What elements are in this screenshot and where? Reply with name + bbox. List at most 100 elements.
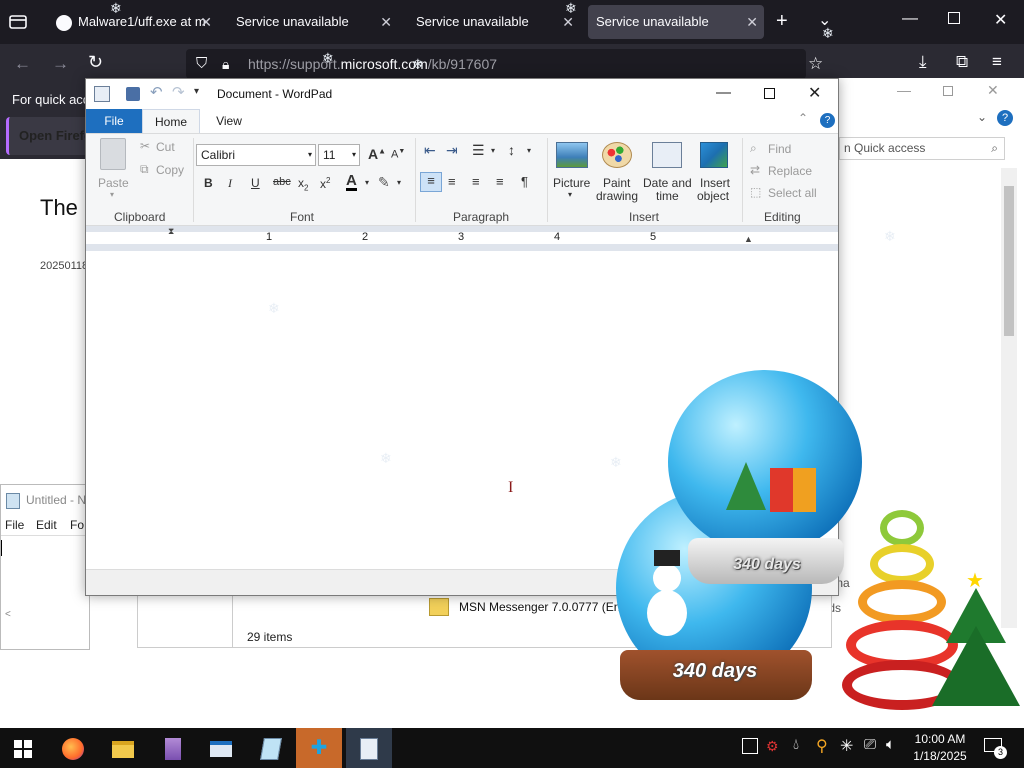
close-tab-icon[interactable]: ✕ [562, 0, 574, 44]
close-tab-icon[interactable]: ✕ [200, 0, 212, 44]
bookmark-star-icon[interactable]: ☆ [808, 49, 823, 79]
decrease-indent-icon[interactable]: ⇤ [424, 142, 436, 159]
explorer-minimize-icon[interactable]: — [897, 82, 911, 98]
reload-icon[interactable]: ↻ [88, 52, 103, 73]
paragraph-dialog-icon[interactable]: ¶ [521, 174, 528, 189]
url-bar[interactable]: ⛉ 🔒︎ https://support.microsoft.com/kb/91… [186, 49, 823, 79]
msn-icon[interactable]: ✚ [296, 728, 342, 768]
windows-start-icon[interactable] [0, 728, 46, 768]
line-spacing-dropdown-icon[interactable]: ▾ [527, 146, 531, 155]
tray-flake-icon[interactable]: ✳ [840, 736, 853, 756]
notepad-menu-edit[interactable]: Edit [36, 518, 57, 532]
align-center-icon[interactable]: ≡ [448, 174, 456, 189]
font-family-select[interactable]: Calibri ▾ [196, 144, 316, 166]
shield-icon[interactable]: ⛉ [196, 49, 207, 79]
minimize-ribbon-icon[interactable]: ⌃ [798, 111, 808, 125]
customize-qat-icon[interactable]: ▾ [194, 86, 199, 97]
notepad-menu-format[interactable]: Fo [70, 518, 84, 532]
font-color-dropdown-icon[interactable]: ▾ [365, 178, 369, 187]
bullets-dropdown-icon[interactable]: ▾ [491, 146, 495, 155]
paint-drawing-line2[interactable]: drawing [596, 189, 638, 203]
open-firefox-button[interactable]: Open Firefox [6, 117, 90, 155]
replace-button[interactable]: Replace [768, 164, 812, 178]
close-tab-icon[interactable]: ✕ [746, 5, 758, 39]
wp-maximize-icon[interactable] [764, 88, 775, 99]
menu-icon[interactable]: ≡ [992, 52, 1002, 72]
select-all-button[interactable]: Select all [768, 186, 817, 200]
notepad-text-area[interactable] [1, 535, 89, 615]
lock-icon[interactable]: 🔒︎ [222, 49, 229, 79]
wordpad-icon[interactable] [346, 728, 392, 768]
font-color-icon[interactable]: A [346, 173, 357, 191]
clock[interactable]: 10:00 AM 1/18/2025 [910, 731, 970, 765]
first-line-indent-marker[interactable]: ⧗ [168, 226, 174, 237]
notepad-icon[interactable] [248, 728, 294, 768]
ruler[interactable]: ⧗ ▲ 1 2 3 4 5 [86, 226, 838, 251]
winrar-icon[interactable] [150, 728, 196, 768]
picture-button[interactable]: Picture [553, 176, 590, 190]
help-icon[interactable]: ? [997, 110, 1013, 126]
highlight-dropdown-icon[interactable]: ▾ [397, 178, 401, 187]
cut-button[interactable]: Cut [156, 140, 175, 154]
find-button[interactable]: Find [768, 142, 791, 156]
align-right-icon[interactable]: ≡ [472, 174, 480, 189]
explorer-maximize-icon[interactable] [943, 86, 953, 96]
strikethrough-icon[interactable]: abc [273, 176, 291, 188]
tray-app-icon[interactable] [742, 738, 758, 754]
tray-volume-icon[interactable]: 🔈︎ [886, 736, 895, 753]
notepad-menu-file[interactable]: File [5, 518, 24, 532]
list-tabs-icon[interactable]: ⌄ [818, 10, 831, 30]
scroll-left-arrow-icon[interactable]: < [5, 609, 11, 620]
align-left-icon[interactable]: ≡ [420, 172, 442, 192]
paint-drawing-line1[interactable]: Paint [603, 176, 630, 190]
undo-icon[interactable]: ↶ [150, 83, 163, 101]
tab-home[interactable]: Home [142, 109, 200, 133]
justify-icon[interactable]: ≡ [496, 174, 504, 189]
right-indent-marker[interactable]: ▲ [744, 234, 753, 244]
increase-indent-icon[interactable]: ⇥ [446, 142, 458, 159]
date-time-line2[interactable]: time [656, 189, 679, 203]
line-spacing-icon[interactable]: ↕ [508, 142, 515, 158]
minimize-icon[interactable]: — [902, 10, 918, 28]
maximize-icon[interactable] [948, 12, 960, 24]
paste-clipboard-icon[interactable] [100, 138, 126, 170]
picture-dropdown-icon[interactable]: ▾ [568, 190, 572, 199]
date-time-line1[interactable]: Date and [643, 176, 692, 190]
wordpad-app-icon[interactable] [94, 86, 110, 102]
tray-network-icon[interactable]: ⎚ [864, 736, 876, 753]
italic-icon[interactable]: I [228, 176, 232, 191]
firefox-icon[interactable] [50, 728, 96, 768]
scrollbar-thumb[interactable] [1004, 186, 1014, 336]
explorer-search-input[interactable]: n Quick access ⌕ [839, 137, 1005, 160]
bold-icon[interactable]: B [204, 176, 213, 190]
tab-service-1[interactable]: Service unavailable ✕ [228, 0, 398, 44]
explorer-scrollbar[interactable] [1001, 168, 1017, 628]
copy-button[interactable]: Copy [156, 163, 184, 177]
tab-service-active[interactable]: Service unavailable ✕ [588, 5, 764, 39]
wp-close-icon[interactable]: ✕ [808, 83, 821, 103]
chevron-down-icon[interactable]: ⌄ [977, 110, 987, 124]
paste-button[interactable]: Paste [98, 176, 129, 190]
new-tab-icon[interactable]: + [776, 10, 788, 33]
extensions-icon[interactable]: ⧉ [956, 52, 968, 72]
bullets-icon[interactable]: ☰ [472, 142, 485, 159]
tab-github[interactable]: Malware1/uff.exe at m ✕ [48, 0, 218, 44]
tab-service-2[interactable]: Service unavailable ✕ [408, 0, 580, 44]
tab-view[interactable]: View [204, 109, 254, 133]
underline-icon[interactable]: U [251, 176, 260, 190]
close-icon[interactable]: ✕ [994, 10, 1007, 30]
tab-file[interactable]: File [86, 109, 142, 133]
app-window-icon[interactable] [198, 728, 244, 768]
save-icon[interactable] [126, 87, 140, 101]
grow-font-icon[interactable]: A▲ [368, 146, 386, 162]
file-explorer-icon[interactable] [100, 728, 146, 768]
download-icon[interactable]: ⤓ [919, 52, 927, 72]
insert-object-line1[interactable]: Insert [700, 176, 730, 190]
insert-object-line2[interactable]: object [697, 189, 729, 203]
close-tab-icon[interactable]: ✕ [380, 0, 392, 44]
wp-help-icon[interactable]: ? [820, 113, 835, 128]
superscript-icon[interactable]: x2 [320, 176, 330, 191]
forward-arrow-icon[interactable]: → [52, 54, 69, 74]
shrink-font-icon[interactable]: A▼ [391, 148, 405, 161]
back-arrow-icon[interactable]: ← [14, 54, 31, 74]
